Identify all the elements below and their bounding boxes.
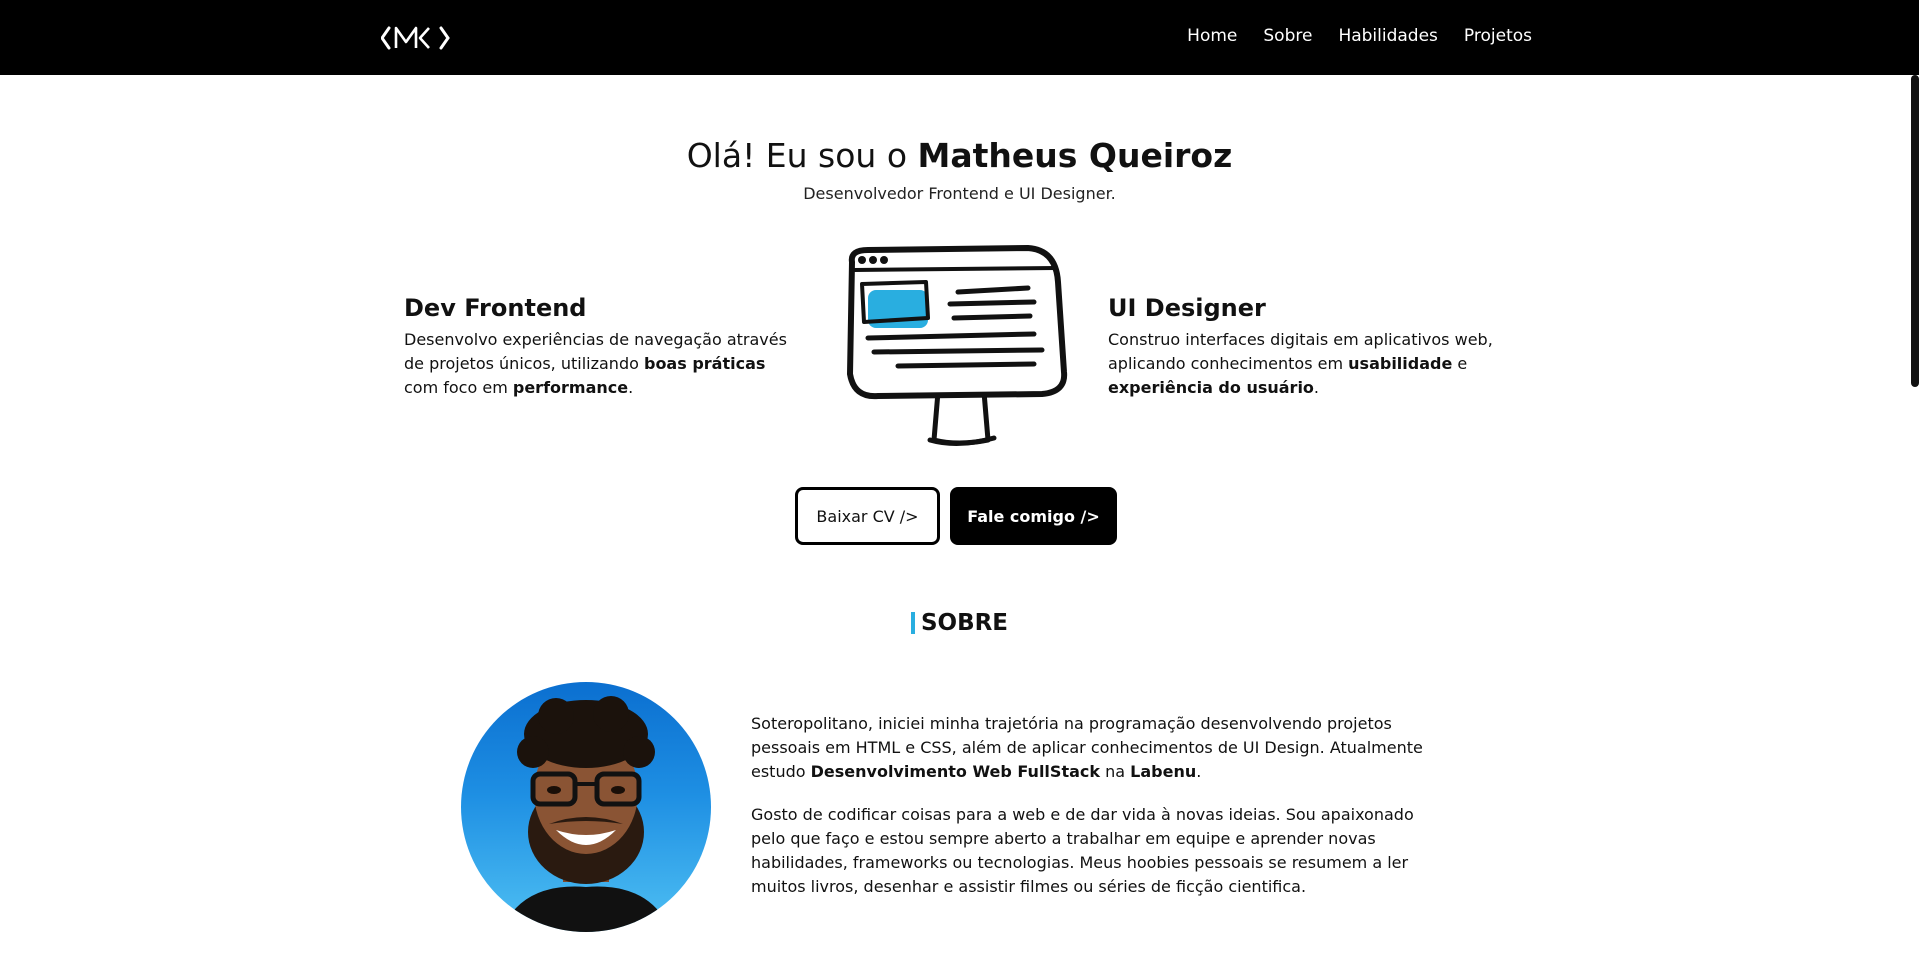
contact-button[interactable]: Fale comigo /> [950,487,1117,545]
about-paragraph-1: Soteropolitano, iniciei minha trajetória… [751,712,1441,784]
designer-title: UI Designer [1108,294,1266,322]
frontend-title: Dev Frontend [404,294,587,322]
hero-subtitle: Desenvolvedor Frontend e UI Designer. [803,184,1116,203]
hero-title: Olá! Eu sou o Matheus Queiroz [0,136,1919,175]
about-text: Soteropolitano, iniciei minha trajetória… [751,712,1441,918]
nav-sobre[interactable]: Sobre [1263,26,1312,46]
designer-text-2: e [1452,354,1468,373]
page: Home Sobre Habilidades Projetos Olá! Eu … [0,0,1919,972]
designer-bold-2: experiência do usuário [1108,378,1314,397]
frontend-bold-1: boas práticas [643,354,766,373]
about-title: SOBRE [920,610,1009,636]
frontend-text-3: . [628,378,634,397]
frontend-text-2: com foco em [404,378,513,397]
hero-title-prefix: Olá! Eu sou o [686,136,918,175]
about-p1-b: Desenvolvimento Web FullStack [810,762,1101,781]
logo-icon[interactable] [381,25,451,51]
designer-card: UI Designer Construo interfaces digitais… [1108,294,1508,400]
scrollbar[interactable] [1911,75,1919,387]
nav-habilidades[interactable]: Habilidades [1338,26,1437,46]
about-p1-e: . [1196,762,1202,781]
frontend-bold-2: performance [512,378,629,397]
nav-projetos[interactable]: Projetos [1464,26,1532,46]
about-p1-d: Labenu [1130,762,1197,781]
designer-text: Construo interfaces digitais em aplicati… [1108,328,1508,400]
avatar [461,682,711,932]
frontend-text: Desenvolvo experiências de navegação atr… [404,328,804,400]
designer-bold-1: usabilidade [1348,354,1453,373]
nav-home[interactable]: Home [1187,26,1237,46]
main-nav: Home Sobre Habilidades Projetos [1187,26,1532,46]
frontend-card: Dev Frontend Desenvolvo experiências de … [404,294,804,400]
about-section-title: SOBRE [0,610,1919,636]
hero-name: Matheus Queiroz [917,136,1233,175]
accent-bar [910,612,915,634]
download-cv-button[interactable]: Baixar CV /> [795,487,940,545]
about-paragraph-2: Gosto de codificar coisas para a web e d… [751,805,1414,896]
profile-photo-icon [501,696,671,932]
navbar: Home Sobre Habilidades Projetos [0,0,1919,75]
monitor-illustration-icon [847,245,1068,447]
about-p1-c: na [1100,762,1131,781]
designer-text-3: . [1313,378,1320,397]
